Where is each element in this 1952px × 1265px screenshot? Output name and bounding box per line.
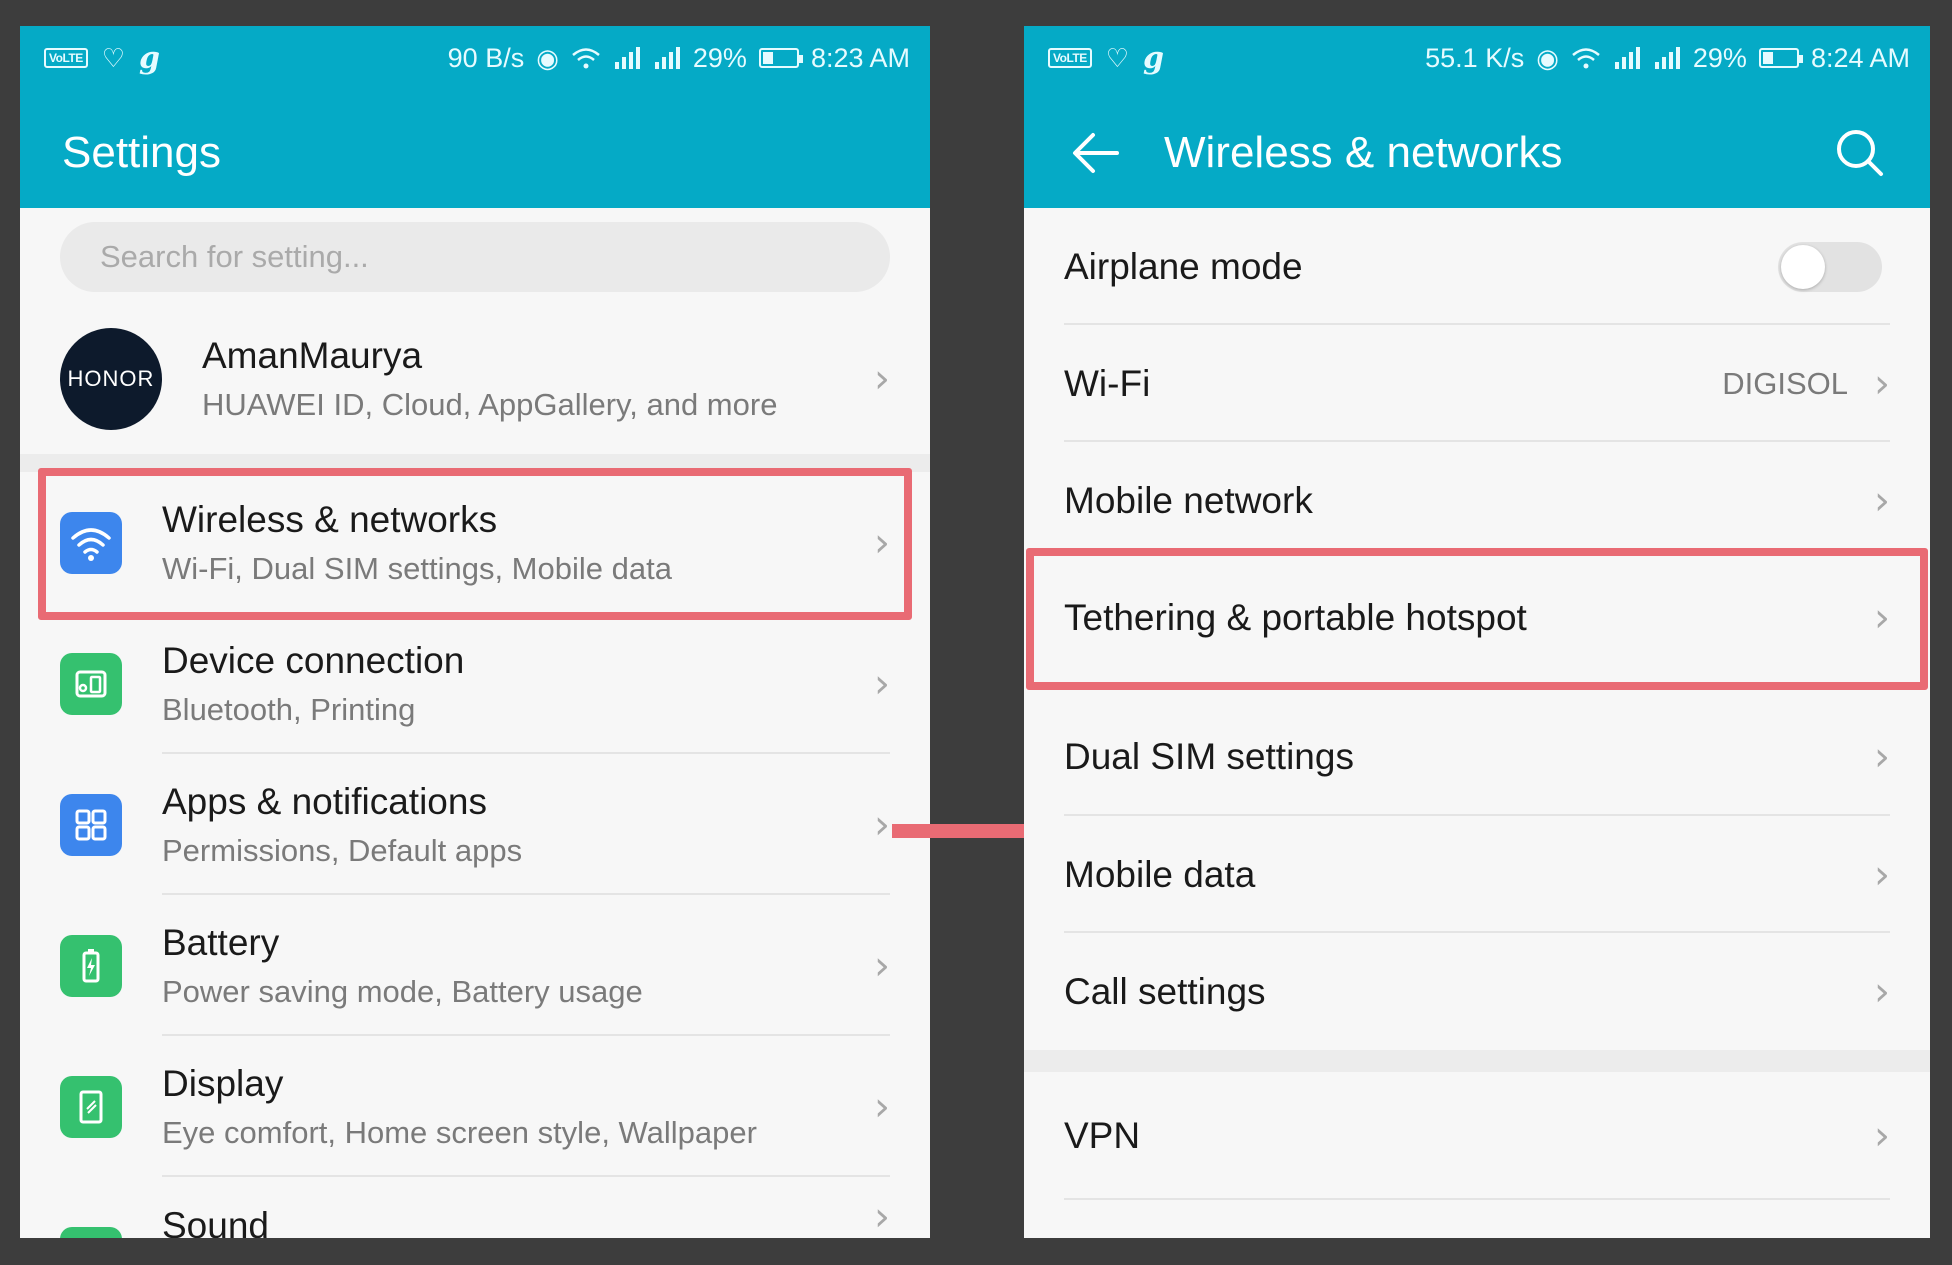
- chevron-right-icon: ›: [874, 1194, 890, 1238]
- search-icon[interactable]: [1830, 123, 1890, 183]
- section-divider: [20, 454, 930, 472]
- item-subtitle: Power saving mode, Battery usage: [162, 973, 643, 1009]
- airplane-mode-toggle[interactable]: [1778, 241, 1882, 292]
- wifi-status-icon: [572, 48, 600, 69]
- battery-status-icon: [758, 48, 803, 68]
- call-settings-row[interactable]: Call settings ›: [1024, 933, 1930, 1050]
- chevron-right-icon: ›: [874, 1083, 890, 1130]
- search-input[interactable]: [60, 222, 890, 292]
- app-bar: VoLTE ♡ g 55.1 K/s ◉ 29% 8:24 AM Wireles…: [1024, 26, 1930, 208]
- vpn-row[interactable]: VPN ›: [1024, 1072, 1930, 1200]
- chevron-right-icon: ›: [1874, 477, 1890, 524]
- dual-sim-settings-row[interactable]: Dual SIM settings ›: [1024, 676, 1930, 816]
- battery-icon: [60, 934, 122, 997]
- settings-item-battery[interactable]: Battery Power saving mode, Battery usage…: [20, 895, 930, 1036]
- eye-icon: ◉: [1536, 43, 1559, 73]
- chevron-right-icon: ›: [874, 356, 890, 402]
- signal-icon-2: [1654, 47, 1680, 69]
- chevron-right-icon: ›: [1874, 968, 1890, 1015]
- row-label: VPN: [1064, 1115, 1141, 1156]
- chevron-right-icon: ›: [1874, 594, 1890, 641]
- account-row[interactable]: HONOR AmanMaurya HUAWEI ID, Cloud, AppGa…: [20, 304, 930, 454]
- section-divider: [1024, 1050, 1930, 1072]
- mobile-network-row[interactable]: Mobile network ›: [1024, 442, 1930, 559]
- chevron-right-icon: ›: [1874, 851, 1890, 898]
- airplane-mode-row[interactable]: Airplane mode: [1024, 208, 1930, 325]
- signal-icon: [614, 47, 640, 69]
- wifi-status-icon: [1572, 48, 1600, 69]
- network-g-icon: g: [139, 40, 161, 76]
- battery-percent: 29%: [1692, 42, 1747, 73]
- network-speed: 90 B/s: [447, 42, 525, 73]
- network-speed: 55.1 K/s: [1425, 42, 1525, 73]
- item-subtitle: Bluetooth, Printing: [162, 691, 416, 727]
- item-title: Apps & notifications: [162, 780, 487, 822]
- row-label: Mobile data: [1064, 853, 1256, 895]
- volte-icon: VoLTE: [44, 48, 88, 68]
- mobile-data-row[interactable]: Mobile data ›: [1024, 816, 1930, 933]
- search-bar: [20, 208, 930, 304]
- item-title: Device connection: [162, 639, 465, 681]
- wifi-row[interactable]: Wi-Fi DIGISOL ›: [1024, 325, 1930, 442]
- status-bar: VoLTE ♡ g 55.1 K/s ◉ 29% 8:24 AM: [1024, 26, 1930, 90]
- avatar: HONOR: [60, 328, 162, 430]
- chevron-right-icon: ›: [874, 660, 890, 707]
- row-label: Dual SIM settings: [1064, 736, 1354, 777]
- item-title: Sound: [162, 1205, 269, 1238]
- wifi-icon: [60, 511, 122, 574]
- battery-percent: 29%: [692, 42, 747, 73]
- chevron-right-icon: ›: [1874, 1113, 1890, 1159]
- clock: 8:23 AM: [810, 42, 910, 73]
- row-label: Airplane mode: [1064, 245, 1303, 287]
- chevron-right-icon: ›: [874, 942, 890, 989]
- wifi-network-name: DIGISOL: [1722, 365, 1848, 401]
- item-title: Battery: [162, 921, 280, 963]
- settings-screen: VoLTE ♡ g 90 B/s ◉ 29% 8:23 AM Settings …: [20, 26, 930, 1238]
- signal-icon-2: [654, 47, 680, 69]
- wireless-networks-screen: VoLTE ♡ g 55.1 K/s ◉ 29% 8:24 AM Wireles…: [1024, 26, 1930, 1238]
- chevron-right-icon: ›: [874, 801, 890, 848]
- app-bar: VoLTE ♡ g 90 B/s ◉ 29% 8:23 AM Settings: [20, 26, 930, 208]
- row-label: Mobile network: [1064, 479, 1313, 521]
- item-subtitle: Wi-Fi, Dual SIM settings, Mobile data: [162, 550, 672, 586]
- item-title: Display: [162, 1062, 284, 1104]
- divider: [1064, 1198, 1890, 1200]
- heart-icon: ♡: [1105, 43, 1130, 73]
- row-label: Call settings: [1064, 970, 1266, 1012]
- status-bar: VoLTE ♡ g 90 B/s ◉ 29% 8:23 AM: [20, 26, 930, 90]
- heart-icon: ♡: [101, 43, 126, 73]
- item-subtitle: Eye comfort, Home screen style, Wallpape…: [162, 1114, 757, 1150]
- display-icon: [60, 1075, 122, 1138]
- row-label: Tethering & portable hotspot: [1064, 596, 1527, 638]
- settings-item-wireless-networks[interactable]: Wireless & networks Wi-Fi, Dual SIM sett…: [20, 472, 930, 613]
- row-label: Wi-Fi: [1064, 362, 1151, 404]
- sound-icon: [60, 1227, 122, 1238]
- network-g-icon: g: [1143, 40, 1165, 76]
- item-subtitle: Permissions, Default apps: [162, 832, 523, 868]
- battery-status-icon: [1758, 48, 1803, 68]
- settings-item-device-connection[interactable]: Device connection Bluetooth, Printing ›: [20, 613, 930, 754]
- page-title: Settings: [62, 128, 221, 177]
- settings-item-display[interactable]: Display Eye comfort, Home screen style, …: [20, 1036, 930, 1177]
- tethering-hotspot-row[interactable]: Tethering & portable hotspot ›: [1024, 559, 1930, 676]
- account-subtitle: HUAWEI ID, Cloud, AppGallery, and more: [202, 387, 778, 422]
- signal-icon: [1614, 47, 1640, 69]
- clock: 8:24 AM: [1810, 42, 1910, 73]
- page-title: Wireless & networks: [1164, 128, 1563, 177]
- chevron-right-icon: ›: [874, 519, 890, 566]
- volte-icon: VoLTE: [1048, 48, 1092, 68]
- settings-item-apps-notifications[interactable]: Apps & notifications Permissions, Defaul…: [20, 754, 930, 895]
- account-name: AmanMaurya: [202, 335, 423, 376]
- device-connection-icon: [60, 652, 122, 715]
- item-title: Wireless & networks: [162, 498, 498, 540]
- settings-item-sound[interactable]: Sound ›: [20, 1177, 930, 1238]
- apps-grid-icon: [60, 793, 122, 856]
- chevron-right-icon: ›: [1874, 360, 1890, 407]
- eye-icon: ◉: [536, 43, 559, 73]
- chevron-right-icon: ›: [1874, 734, 1890, 781]
- back-arrow-icon[interactable]: [1066, 123, 1126, 183]
